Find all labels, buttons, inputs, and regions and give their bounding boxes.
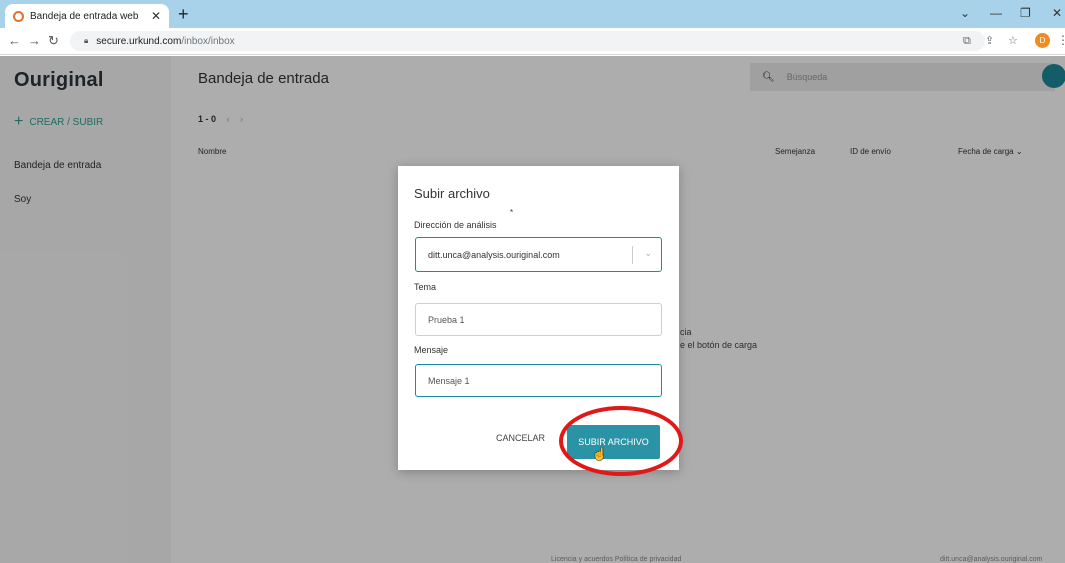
profile-avatar[interactable]: D bbox=[1035, 33, 1050, 48]
close-window-icon[interactable]: ✕ bbox=[1052, 4, 1062, 22]
browser-tab-bar: Bandeja de entrada web ✕ + ⌄ — ❐ ✕ bbox=[0, 0, 1065, 28]
select-divider bbox=[632, 246, 633, 264]
browser-tab[interactable]: Bandeja de entrada web ✕ bbox=[5, 4, 169, 28]
required-asterisk-icon: * bbox=[510, 208, 514, 217]
subject-value: Prueba 1 bbox=[428, 314, 465, 325]
url-host: secure.urkund.com bbox=[96, 35, 182, 47]
new-tab-icon[interactable]: + bbox=[178, 3, 189, 25]
browser-toolbar: ← → ↻ 🔒︎ secure.urkund.com/inbox/inbox ⧉… bbox=[0, 28, 1065, 55]
message-label: Mensaje bbox=[414, 345, 449, 355]
translate-icon[interactable]: ⧉ bbox=[963, 34, 971, 48]
analysis-address-value: ditt.unca@analysis.ouriginal.com bbox=[428, 249, 560, 260]
analysis-address-select[interactable]: ditt.unca@analysis.ouriginal.com ⌄ bbox=[415, 237, 662, 272]
close-tab-icon[interactable]: ✕ bbox=[151, 9, 161, 23]
url-path: /inbox/inbox bbox=[181, 35, 235, 47]
message-value: Mensaje 1 bbox=[428, 375, 470, 386]
dialog-title: Subir archivo bbox=[414, 186, 490, 201]
reload-icon[interactable]: ↻ bbox=[48, 33, 59, 49]
minimize-icon[interactable]: — bbox=[990, 4, 1002, 22]
share-icon[interactable]: ⇪ bbox=[985, 34, 994, 48]
bookmark-star-icon[interactable]: ☆ bbox=[1008, 34, 1018, 48]
lock-icon: 🔒︎ bbox=[84, 36, 89, 45]
address-bar[interactable]: 🔒︎ secure.urkund.com/inbox/inbox bbox=[70, 31, 985, 51]
tab-search-chevron-icon[interactable]: ⌄ bbox=[960, 4, 970, 22]
tab-title: Bandeja de entrada web bbox=[30, 10, 139, 22]
message-input[interactable]: Mensaje 1 bbox=[415, 364, 662, 397]
subject-input[interactable]: Prueba 1 bbox=[415, 303, 662, 336]
forward-icon[interactable]: → bbox=[28, 33, 41, 49]
hand-cursor-icon: ☝ bbox=[592, 447, 607, 461]
ouriginal-favicon-icon bbox=[13, 10, 24, 22]
browser-menu-icon[interactable]: ⋮ bbox=[1057, 33, 1065, 47]
analysis-address-label: Dirección de análisis bbox=[414, 220, 497, 230]
subject-label: Tema bbox=[414, 282, 437, 292]
chevron-down-icon[interactable]: ⌄ bbox=[644, 248, 652, 259]
cancel-button[interactable]: CANCELAR bbox=[496, 433, 545, 443]
back-icon[interactable]: ← bbox=[8, 33, 21, 49]
maximize-icon[interactable]: ❐ bbox=[1020, 4, 1031, 22]
red-highlight-circle bbox=[559, 406, 683, 476]
